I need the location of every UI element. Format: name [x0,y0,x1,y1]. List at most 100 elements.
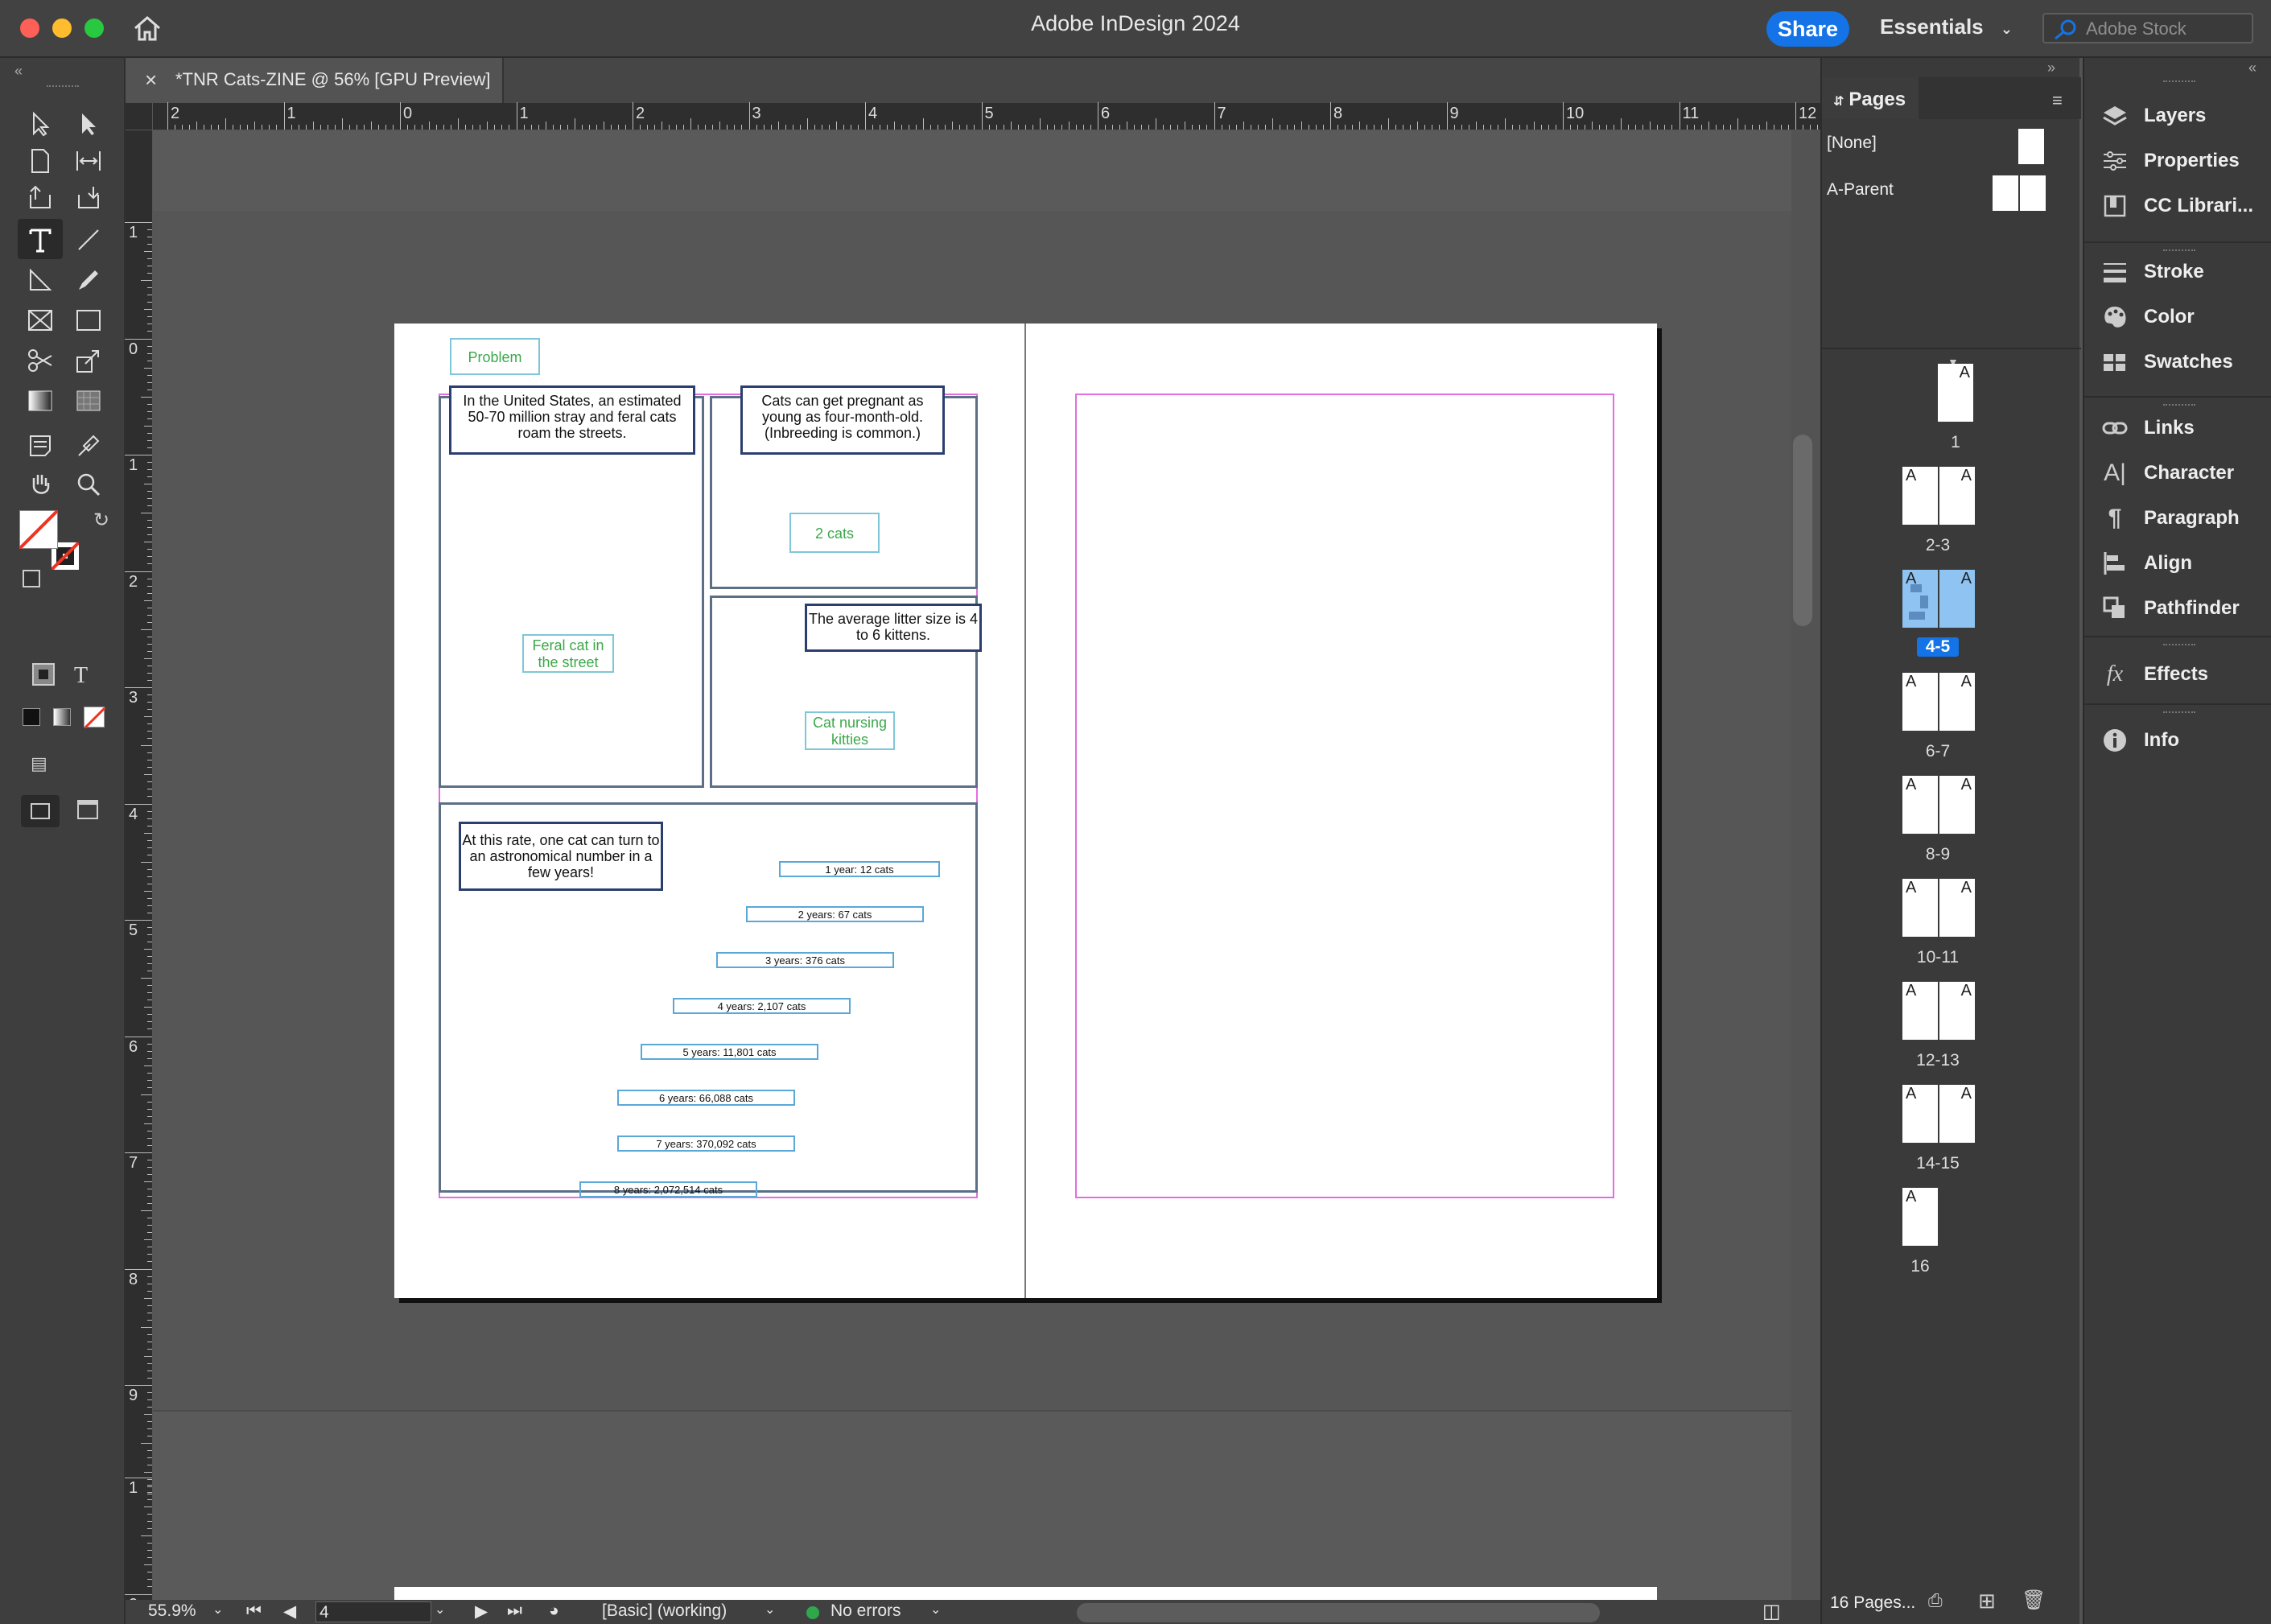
default-fill-stroke-icon[interactable] [23,570,40,587]
dock-align[interactable]: Align [2100,547,2192,579]
ruler-origin[interactable] [126,103,153,130]
chevron-down-icon[interactable]: ⌄ [212,1601,223,1618]
content-placer-icon[interactable] [71,180,106,216]
direct-selection-tool-icon[interactable] [71,106,106,142]
dock-stroke[interactable]: Stroke [2100,256,2204,288]
view-mode-icon[interactable]: ▤ [31,753,47,774]
previous-page-icon[interactable]: ◀ [283,1601,296,1622]
spread-label-4-5[interactable]: 4-5 [1917,637,1959,657]
growth-row[interactable]: 8 years: 2,072,514 cats [579,1181,757,1197]
dock-character[interactable]: A| Character [2100,457,2234,489]
spread-label-16[interactable]: 16 [1880,1257,1960,1276]
page-thumb-2[interactable]: A [1902,467,1938,525]
screen-mode-icon[interactable] [77,800,98,819]
dock-cc-libraries[interactable]: CC Librari... [2100,190,2253,222]
collapse-panel-icon[interactable]: » [2047,60,2055,76]
spread-label-8-9[interactable]: 8-9 [1898,845,1978,864]
zoom-tool-icon[interactable] [71,467,106,502]
note-tool-icon[interactable] [23,428,58,464]
swap-fill-stroke-icon[interactable]: ↻ [93,509,109,532]
pen-tool-icon[interactable] [23,262,58,298]
apply-none-icon[interactable] [83,706,107,730]
growth-row[interactable]: 6 years: 66,088 cats [617,1090,795,1106]
gradient-tool-icon[interactable] [23,383,58,418]
page-thumb-8[interactable]: A [1902,776,1938,834]
parent-none[interactable]: [None] [1827,134,1877,153]
adobe-stock-search[interactable]: Adobe Stock [2042,13,2253,43]
new-page-icon[interactable]: ⊞ [1978,1589,1996,1614]
split-window-icon[interactable]: ◫ [1762,1600,1781,1623]
apply-color-icon[interactable] [23,708,40,726]
page-thumb-3[interactable]: A [1939,467,1975,525]
spread-label-12-13[interactable]: 12-13 [1898,1051,1978,1070]
gap-tool-icon[interactable] [71,143,106,179]
share-button[interactable]: Share [1766,11,1849,47]
growth-row[interactable]: 2 years: 67 cats [746,906,924,922]
dock-swatches[interactable]: Swatches [2100,346,2233,378]
collapse-toolbar-icon[interactable]: « [14,63,23,80]
preflight-profile[interactable]: [Basic] (working) [602,1601,727,1621]
dock-color[interactable]: Color [2100,301,2195,333]
horizontal-ruler[interactable]: 2 1 0 1 2 3 4 5 6 7 8 9 10 11 12 [126,102,1906,130]
first-page-icon[interactable]: ⏮ [246,1601,262,1621]
spread-label-6-7[interactable]: 6-7 [1898,742,1978,761]
expand-dock-icon[interactable]: « [2248,60,2257,76]
litter-fact-text[interactable]: The average litter size is 4 to 6 kitten… [805,604,982,652]
parent-a-thumb-left[interactable] [1993,175,2018,211]
apply-gradient-icon[interactable] [53,708,71,726]
delete-page-icon[interactable]: 🗑 [2022,1589,2046,1612]
page-thumb-14[interactable]: A [1902,1085,1938,1143]
pages-tab[interactable]: ⇵ Pages [1822,77,1919,119]
page-thumb-1[interactable]: A [1938,364,1973,422]
pregnancy-fact-text[interactable]: Cats can get pregnant as young as four-m… [740,385,945,455]
document-tab[interactable]: × *TNR Cats-ZINE @ 56% [GPU Preview] [126,58,504,103]
horizontal-scrollbar[interactable] [1077,1603,1600,1622]
zoom-level[interactable]: 55.9% [148,1601,196,1621]
spread-label-2-3[interactable]: 2-3 [1898,536,1978,555]
dock-info[interactable]: Info [2100,724,2179,756]
hand-tool-icon[interactable] [23,467,58,502]
document-canvas[interactable]: Problem 2 cats Feral cat in the street C… [153,130,1812,1601]
preflight-icon[interactable]: ◕ [549,1601,559,1621]
selection-tool-icon[interactable] [23,106,58,142]
close-tab-icon[interactable]: × [145,68,157,93]
panel-menu-icon[interactable]: ≡ [2052,90,2063,111]
eyedropper-tool-icon[interactable] [71,428,106,464]
page-thumb-4[interactable]: A [1902,570,1938,628]
chevron-down-icon[interactable]: ⌄ [435,1601,445,1618]
rate-text[interactable]: At this rate, one cat can turn to an ast… [459,822,663,891]
dock-layers[interactable]: Layers [2100,100,2206,132]
gradient-feather-tool-icon[interactable] [71,383,106,418]
growth-row[interactable]: 5 years: 11,801 cats [641,1044,818,1060]
pencil-tool-icon[interactable] [71,262,106,298]
vertical-scrollbar[interactable] [1793,435,1812,626]
spread-label-14-15[interactable]: 14-15 [1898,1154,1978,1173]
page-thumb-12[interactable]: A [1902,982,1938,1040]
page-tool-icon[interactable] [23,143,58,179]
parent-a[interactable]: A-Parent [1827,180,1894,200]
us-stat-text[interactable]: In the United States, an estimated 50-70… [449,385,695,455]
dock-pathfinder[interactable]: Pathfinder [2100,592,2240,624]
growth-row[interactable]: 4 years: 2,107 cats [673,998,851,1014]
rectangle-frame-tool-icon[interactable] [23,303,58,338]
page-thumb-5[interactable]: A [1939,570,1975,628]
page-thumb-6[interactable]: A [1902,673,1938,731]
growth-row[interactable]: 7 years: 370,092 cats [617,1136,795,1152]
formatting-container-icon[interactable] [32,663,55,686]
page-thumb-9[interactable]: A [1939,776,1975,834]
line-tool-icon[interactable] [71,222,106,258]
dock-effects[interactable]: fx Effects [2100,658,2208,690]
dock-links[interactable]: Links [2100,412,2195,444]
fill-stroke-swatches[interactable] [19,510,79,570]
page-size-icon[interactable]: ⎙ [1928,1590,1943,1611]
scissors-tool-icon[interactable] [23,343,58,378]
two-cats-label[interactable]: 2 cats [789,513,880,553]
page-thumb-11[interactable]: A [1939,879,1975,937]
vertical-ruler[interactable]: 1012345678910 [125,103,153,1624]
free-transform-tool-icon[interactable] [71,343,106,378]
workspace-switcher[interactable]: Essentials ⌄ [1880,14,2013,39]
page-thumb-16[interactable]: A [1902,1188,1938,1246]
type-tool-icon[interactable] [23,222,58,258]
spread-4-5[interactable]: Problem 2 cats Feral cat in the street C… [394,324,1657,1298]
chevron-down-icon[interactable]: ⌄ [930,1601,941,1618]
